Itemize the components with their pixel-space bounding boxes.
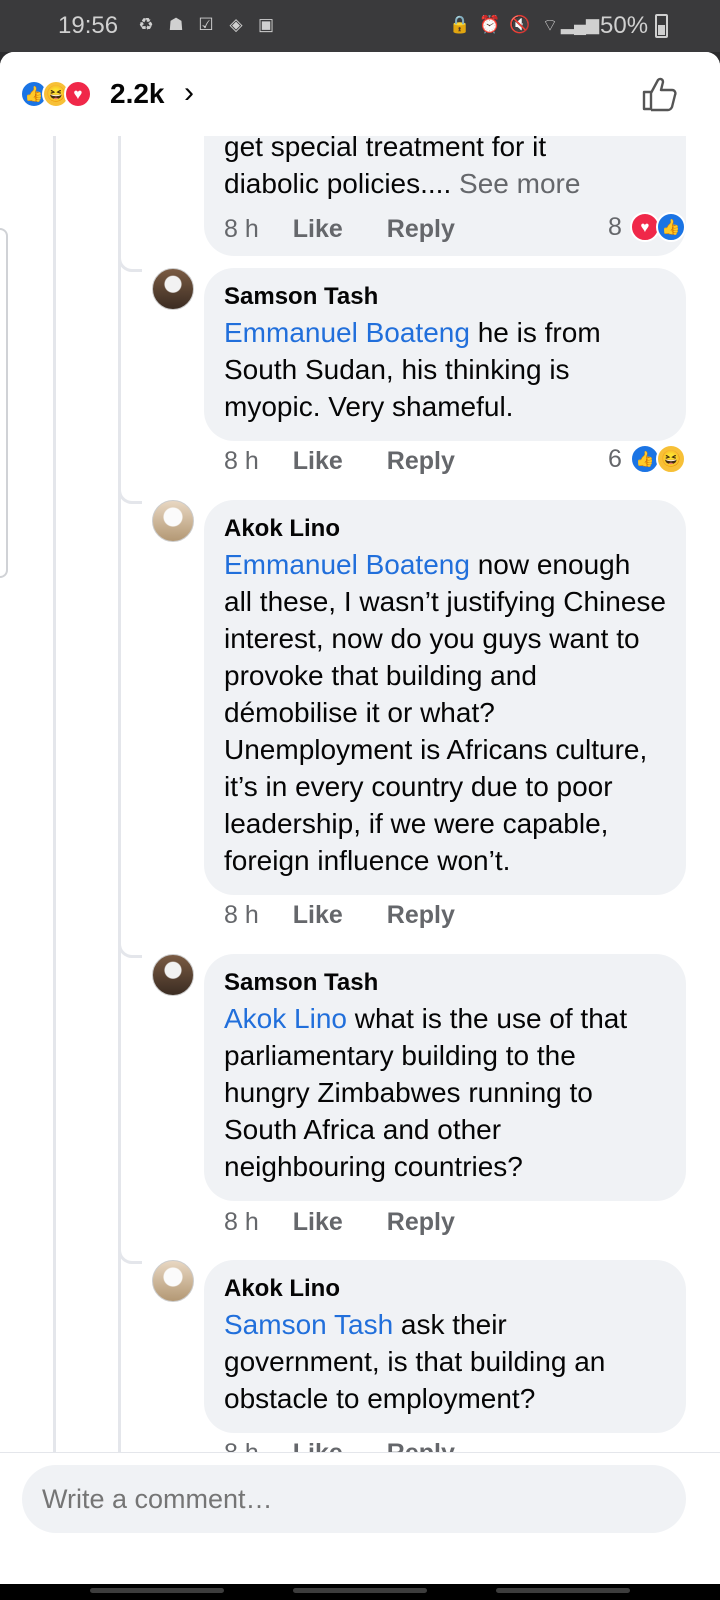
reply-connector (118, 484, 142, 504)
battery-percent: 50% (600, 12, 649, 39)
reactions-summary[interactable]: 👍 😆 ♥ (20, 80, 92, 108)
like-reaction-icon: 👍 (655, 212, 686, 242)
wifi-icon: ⌔ (542, 15, 558, 35)
navigation-bar (0, 1584, 720, 1600)
comment-reaction-count: 6 (608, 444, 622, 473)
comment-time[interactable]: 8 h (224, 447, 259, 476)
reply-connector (118, 938, 142, 958)
reply-button[interactable]: Reply (387, 1208, 455, 1237)
comment-bubble[interactable]: Akok Lino Samson Tash ask their governme… (204, 1260, 686, 1433)
mute-icon: 🔇 (509, 15, 531, 34)
avatar[interactable] (152, 500, 194, 542)
haha-reaction-icon: 😆 (655, 444, 686, 474)
status-right-icons: 🔒 ⏰ 🔇 ⌔ ▂▄▆ (449, 14, 600, 36)
bixby-icon: ☗ (168, 15, 184, 34)
mention-link[interactable]: Emmanuel Boateng (224, 317, 470, 348)
like-button[interactable]: Like (293, 215, 343, 244)
reply-connector (118, 1244, 142, 1264)
comment-actions: 8 h Like Reply (224, 212, 499, 246)
reply-button[interactable]: Reply (387, 901, 455, 930)
comment-time[interactable]: 8 h (224, 901, 259, 930)
comment-actions: 8 h Like Reply (224, 1205, 499, 1239)
like-post-button[interactable] (640, 74, 680, 114)
comment-author[interactable]: Akok Lino (224, 1274, 666, 1304)
comment-author[interactable]: Akok Lino (224, 514, 666, 544)
comment-author[interactable]: Samson Tash (224, 282, 666, 312)
gallery-icon: ▣ (257, 15, 275, 34)
mention-link[interactable]: Emmanuel Boateng (224, 549, 470, 580)
comment-actions: 8 h Like Reply (224, 898, 499, 932)
comment-author[interactable]: Samson Tash (224, 968, 666, 998)
comment-reaction-count: 8 (608, 212, 622, 241)
avatar[interactable] (152, 954, 194, 996)
mention-link[interactable]: Akok Lino (224, 1003, 347, 1034)
avatar[interactable] (152, 1260, 194, 1302)
comment-reactions[interactable]: 8 ♥ 👍 (608, 212, 686, 242)
thread-line-outer (53, 136, 56, 1516)
reply-button[interactable]: Reply (387, 447, 455, 476)
sync-icon: ♻ (138, 15, 154, 34)
chevron-right-icon[interactable]: › (184, 76, 194, 110)
reply-button[interactable]: Reply (387, 215, 455, 244)
like-button[interactable]: Like (293, 447, 343, 476)
comment-bubble[interactable]: Samson Tash Akok Lino what is the use of… (204, 954, 686, 1201)
alarm-icon: ⏰ (479, 15, 501, 34)
comment-reactions[interactable]: 6 👍 😆 (608, 444, 686, 474)
comment-text: diabolic policies.... (224, 168, 460, 199)
status-time: 19:56 (58, 12, 119, 39)
signal-icon: ▂▄▆ (560, 15, 600, 34)
like-button[interactable]: Like (293, 901, 343, 930)
comment-bubble[interactable]: Samson Tash Emmanuel Boateng he is from … (204, 268, 686, 441)
battery-icon (655, 14, 668, 38)
home-button[interactable] (293, 1588, 427, 1593)
comment-input[interactable] (22, 1465, 686, 1533)
mention-link[interactable]: Samson Tash (224, 1309, 393, 1340)
comment-actions: 8 h Like Reply (224, 444, 499, 478)
reactions-header: 👍 😆 ♥ 2.2k › (0, 52, 720, 136)
composer-bar (0, 1452, 720, 1584)
see-more-link[interactable]: See more (459, 168, 580, 199)
comment-bubble[interactable]: Akok Lino Emmanuel Boateng now enough al… (204, 500, 686, 895)
comment-time[interactable]: 8 h (224, 215, 259, 244)
like-button[interactable]: Like (293, 1208, 343, 1237)
recents-button[interactable] (90, 1588, 224, 1593)
reaction-count[interactable]: 2.2k (110, 78, 165, 110)
thread-line-inner (118, 136, 121, 1516)
comment-time[interactable]: 8 h (224, 1208, 259, 1237)
back-button[interactable] (496, 1588, 630, 1593)
comments-sheet: 👍 😆 ♥ 2.2k › get special treatment for i… (0, 52, 720, 1584)
check-box-icon: ☑ (198, 15, 214, 34)
status-left-icons: ♻ ☗ ☑ ◈ ▣ (136, 14, 276, 36)
share-icon: ◈ (229, 15, 243, 34)
reply-connector (118, 252, 142, 272)
avatar[interactable] (152, 268, 194, 310)
love-reaction-icon: ♥ (64, 80, 92, 108)
status-bar: 19:56 ♻ ☗ ☑ ◈ ▣ 🔒 ⏰ 🔇 ⌔ ▂▄▆ 50% (0, 0, 720, 52)
lock-icon: 🔒 (449, 15, 471, 34)
side-edge (0, 228, 8, 578)
comment-text: now enough all these, I wasn’t justifyin… (224, 549, 666, 876)
